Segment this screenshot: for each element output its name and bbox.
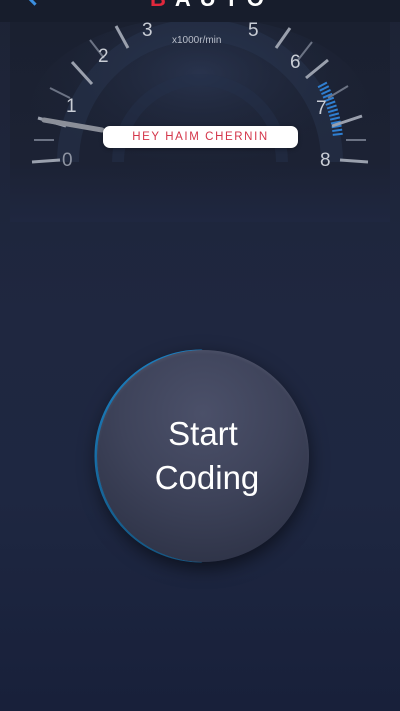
tick-label-5: 5	[248, 22, 259, 41]
tick-label-7: 7	[316, 98, 327, 119]
tick-label-6: 6	[290, 52, 301, 73]
tachometer-header: 0 1 2 3 5 6 7 8 x1000r/min	[10, 22, 390, 222]
brand-rest: AUTO	[175, 0, 273, 11]
chevron-left-icon[interactable]	[25, 0, 44, 6]
brand-first-letter: B	[150, 0, 175, 11]
start-coding-control: Start Coding	[91, 346, 310, 565]
tick-major	[339, 158, 369, 164]
unit-label: x1000r/min	[172, 35, 221, 46]
tick-label-2: 2	[98, 46, 109, 67]
greeting-text: HEY HAIM CHERNIN	[132, 131, 269, 143]
tick-label-3: 3	[142, 22, 153, 41]
top-bar: BAUTO	[0, 0, 400, 22]
tick-label-1: 1	[66, 96, 77, 117]
start-coding-button[interactable]: Start Coding	[97, 350, 309, 562]
tick-label-8: 8	[320, 150, 331, 171]
tachometer-gauge: 0 1 2 3 5 6 7 8 x1000r/min	[30, 22, 370, 207]
tick-label-0: 0	[62, 150, 73, 171]
greeting-badge: HEY HAIM CHERNIN	[103, 126, 298, 148]
tick-major	[31, 158, 61, 164]
start-label-line1: Start	[168, 415, 238, 452]
start-label-line2: Coding	[154, 459, 260, 496]
brand-logo: BAUTO	[150, 0, 273, 11]
